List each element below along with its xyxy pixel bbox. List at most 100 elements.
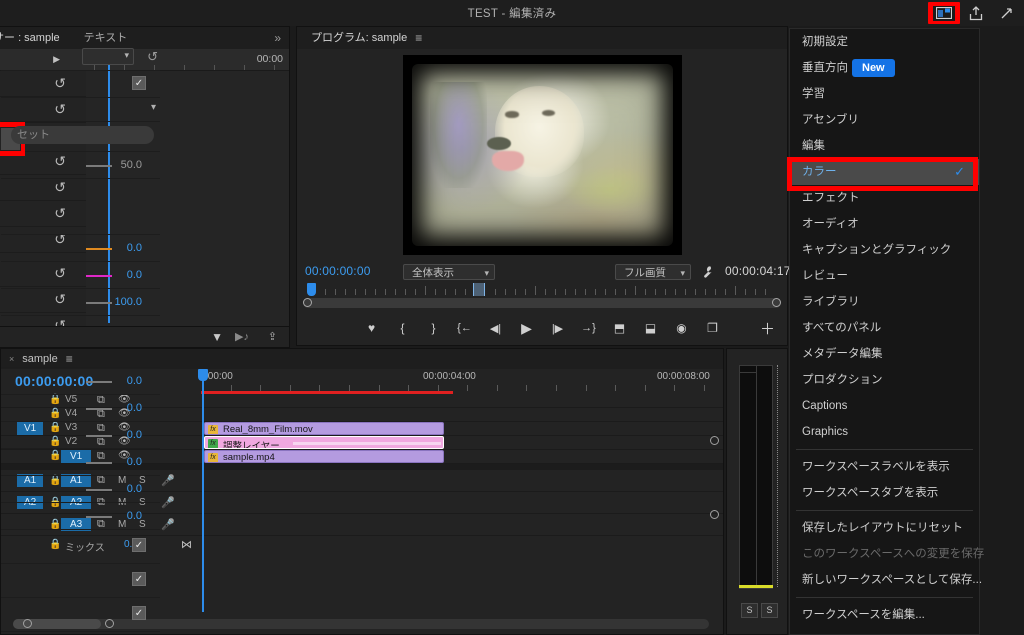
menu-item-assembly[interactable]: アセンブリ — [790, 107, 979, 133]
chevron-down-icon[interactable]: ▾ — [151, 102, 156, 113]
menu-item-captions-graphics[interactable]: キャプションとグラフィック — [790, 237, 979, 263]
menu-item-metadata-logging[interactable]: メタデータ編集 — [790, 341, 979, 367]
workspaces-dropdown-menu[interactable]: 初期設定 垂直方向 New 学習 アセンブリ 編集 カラー ✓ エフェクト オー… — [789, 28, 984, 635]
zoom-right-handle[interactable] — [772, 298, 781, 307]
menu-item-save-as-new-workspace[interactable]: 新しいワークスペースとして保存... — [790, 567, 982, 593]
preset-select[interactable]: ▾ — [82, 48, 134, 65]
settings-wrench-icon[interactable] — [701, 265, 714, 281]
slider-value[interactable]: 0.0 — [127, 510, 142, 522]
lumetri-slider-row[interactable]: 0.0 — [1, 422, 160, 449]
voice-record-icon[interactable]: 🎤 — [161, 474, 175, 487]
go-to-out-button[interactable]: →} — [573, 315, 604, 341]
slider-value[interactable]: 0.0 — [127, 402, 142, 414]
zoom-left-handle[interactable] — [303, 298, 312, 307]
step-back-button[interactable]: ◀| — [480, 315, 511, 341]
slider-track[interactable] — [86, 275, 112, 277]
menu-item-audio[interactable]: オーディオ — [790, 211, 979, 237]
voice-record-icon[interactable]: 🎤 — [161, 518, 175, 531]
enable-checkbox[interactable]: ✓ — [132, 538, 146, 552]
timeline-vscroll-top-handle[interactable] — [710, 436, 719, 445]
playhead-handle[interactable] — [198, 369, 208, 381]
menu-item-show-workspace-tabs[interactable]: ワークスペースタブを表示 — [790, 480, 979, 506]
step-forward-button[interactable]: |▶ — [542, 315, 573, 341]
slider-value[interactable]: 0.0 — [127, 429, 142, 441]
slider-track[interactable] — [86, 408, 112, 410]
slider-value[interactable]: 0.0 — [127, 375, 142, 387]
lumetri-toggle-row[interactable]: ✓ — [1, 598, 160, 632]
mark-in-button[interactable]: { — [387, 315, 418, 341]
lumetri-slider-row[interactable]: 0.0 — [1, 262, 160, 289]
play-stop-button[interactable]: ▶ — [511, 315, 542, 341]
voice-record-icon[interactable]: 🎤 — [161, 496, 175, 509]
lumetri-toggle-row[interactable]: ✓ — [1, 564, 160, 598]
menu-item-review[interactable]: レビュー — [790, 263, 979, 289]
lumetri-toggle-row[interactable]: ✓ — [1, 530, 160, 564]
preset-button[interactable]: セット — [11, 126, 154, 144]
program-duration-timecode[interactable]: 00:00:04:17 — [725, 264, 791, 278]
slider-track[interactable] — [86, 381, 112, 383]
program-zoom-scrollbar[interactable] — [303, 298, 781, 308]
lumetri-toggle-row[interactable]: ✓ — [1, 71, 160, 98]
slider-value[interactable]: 0.0 — [127, 242, 142, 254]
lumetri-slider-row[interactable]: 0.0 — [1, 449, 160, 476]
timeline-ruler[interactable]: :00:00 00:00:04:00 00:00:08:00 — [201, 369, 723, 393]
slider-track[interactable] — [86, 435, 112, 437]
slider-track[interactable] — [86, 302, 112, 304]
meter-solo-left-button[interactable]: S — [741, 603, 758, 618]
menu-item-color[interactable]: カラー ✓ — [790, 159, 979, 185]
slider-track[interactable] — [86, 165, 112, 167]
lumetri-slider-row[interactable]: 0.0 — [1, 395, 160, 422]
program-work-area-marker[interactable] — [473, 283, 485, 296]
play-audio-icon[interactable]: ▶♪ — [235, 330, 249, 343]
lift-button[interactable]: ⬒ — [604, 315, 635, 341]
timeline-clip[interactable]: fx Real_8mm_Film.mov — [204, 422, 444, 435]
program-current-timecode[interactable]: 00:00:00:00 — [305, 264, 371, 278]
menu-item-show-workspace-labels[interactable]: ワークスペースラベルを表示 — [790, 454, 979, 480]
enable-checkbox[interactable]: ✓ — [132, 572, 146, 586]
menu-item-vertical[interactable]: 垂直方向 New — [790, 55, 979, 81]
filter-icon[interactable]: ▼ — [211, 330, 223, 344]
timeline-clip[interactable]: fx sample.mp4 — [204, 450, 444, 463]
slider-track[interactable] — [86, 489, 112, 491]
button-editor-button[interactable]: ＋ — [752, 315, 783, 341]
menu-item-learning[interactable]: 学習 — [790, 81, 979, 107]
comparison-view-button[interactable]: ❐ — [697, 315, 728, 341]
slider-value[interactable]: 50.0 — [121, 159, 142, 171]
lumetri-preset-row[interactable]: ▾ ↺ — [1, 44, 160, 71]
mark-out-button[interactable]: } — [418, 315, 449, 341]
keyframe-nav-icon[interactable]: ⋈ — [181, 538, 192, 551]
lumetri-slider-row[interactable]: 100.0 — [1, 289, 160, 316]
slider-value[interactable]: 0.0 — [127, 456, 142, 468]
menu-item-edit-workspaces[interactable]: ワークスペースを編集... — [790, 602, 979, 628]
menu-item-all-panels[interactable]: すべてのパネル — [790, 315, 979, 341]
playback-quality-select[interactable]: フル画質 ▾ — [615, 264, 691, 280]
program-video-stage[interactable] — [297, 49, 787, 261]
extract-button[interactable]: ⬓ — [635, 315, 666, 341]
slider-track[interactable] — [86, 248, 112, 250]
lumetri-slider-row[interactable]: 50.0 — [1, 152, 160, 179]
menu-item-editing[interactable]: 編集 — [790, 133, 979, 159]
export-icon[interactable]: ⇪ — [268, 330, 277, 343]
program-playhead[interactable] — [307, 283, 316, 296]
menu-item-reset-to-saved-layout[interactable]: 保存したレイアウトにリセット — [790, 515, 979, 541]
lumetri-preset-pill-row[interactable]: セット — [0, 122, 160, 156]
timeline-vscroll-bottom-handle[interactable] — [710, 510, 719, 519]
lumetri-slider-row[interactable]: 0.0 — [1, 503, 160, 530]
lumetri-slider-row[interactable]: 0.0 — [1, 476, 160, 503]
zoom-level-select[interactable]: 全体表示 ▾ — [403, 264, 495, 280]
meter-solo-right-button[interactable]: S — [761, 603, 778, 618]
menu-item-graphics[interactable]: Graphics — [790, 419, 979, 445]
menu-item-captions[interactable]: Captions — [790, 393, 979, 419]
slider-track[interactable] — [86, 462, 112, 464]
export-icon[interactable] — [962, 2, 990, 24]
enable-checkbox[interactable]: ✓ — [132, 606, 146, 620]
enable-checkbox[interactable]: ✓ — [132, 76, 146, 90]
menu-item-effects[interactable]: エフェクト — [790, 185, 979, 211]
add-marker-button[interactable]: ♥ — [356, 315, 387, 341]
menu-item-libraries[interactable]: ライブラリ — [790, 289, 979, 315]
menu-item-production[interactable]: プロダクション — [790, 367, 979, 393]
program-panel-menu-icon[interactable]: ≡ — [415, 31, 422, 45]
slider-value[interactable]: 0.0 — [127, 483, 142, 495]
workspaces-icon[interactable] — [928, 2, 960, 24]
menu-item-default[interactable]: 初期設定 — [790, 29, 979, 55]
